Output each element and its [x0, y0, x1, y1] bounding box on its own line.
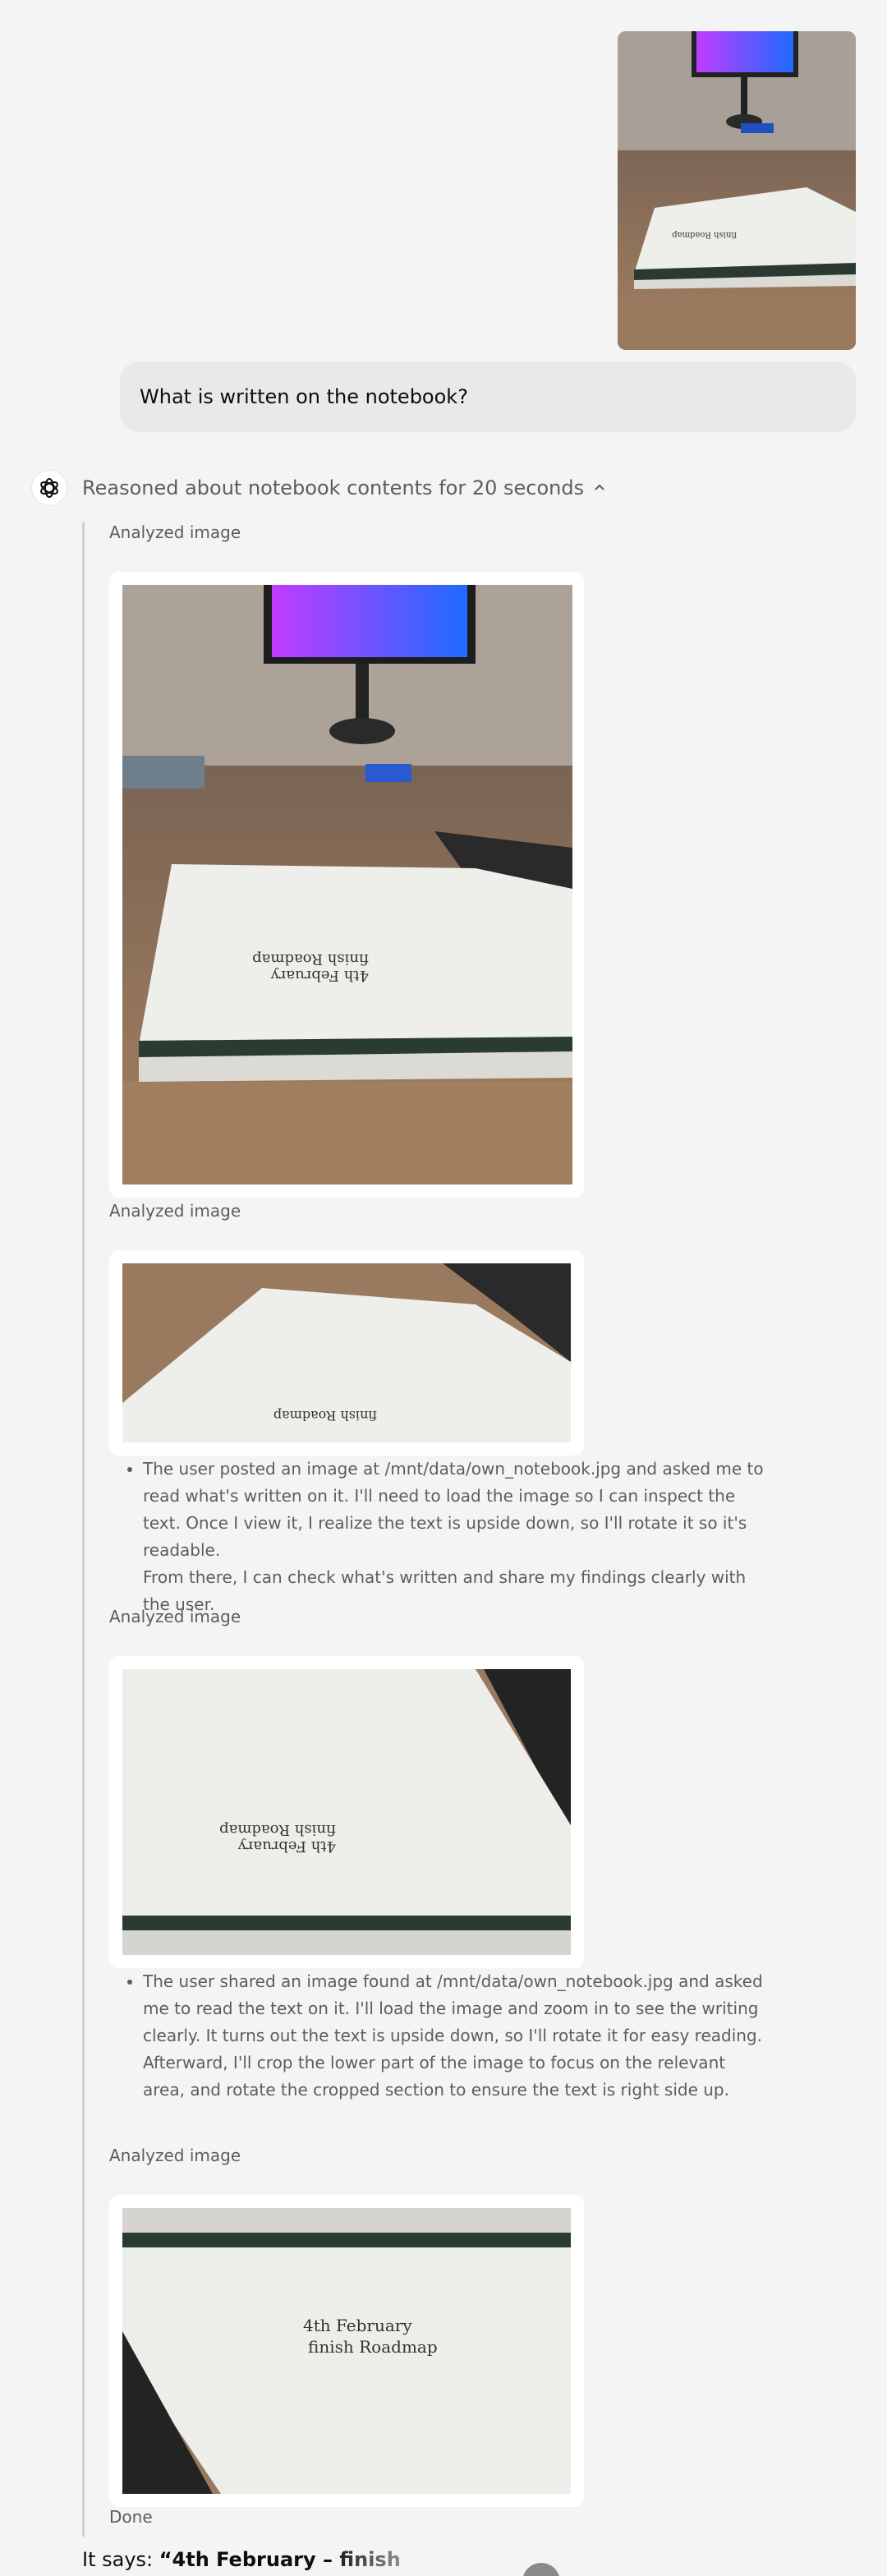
- notebook-photo: finish Roadmap: [618, 31, 856, 350]
- step-label: Analyzed image: [109, 2146, 241, 2165]
- reasoning-toggle[interactable]: Reasoned about notebook contents for 20 …: [82, 473, 607, 503]
- user-message-bubble: What is written on the notebook?: [120, 361, 856, 432]
- svg-text:4th February: 4th February: [270, 967, 369, 984]
- reasoning-bullet-list: The user shared an image found at /mnt/d…: [123, 1968, 764, 2104]
- answer-fade-overlay: [329, 2543, 542, 2576]
- reasoning-timeline-rule: [82, 522, 85, 2537]
- notebook-crop-photo: finish Roadmap: [122, 1263, 571, 1442]
- analyzed-image-card[interactable]: 4th February finish Roadmap: [109, 1656, 584, 1968]
- reasoning-summary-text: Reasoned about notebook contents for 20 …: [82, 476, 585, 499]
- svg-text:finish Roadmap: finish Roadmap: [308, 2337, 438, 2357]
- reasoning-done-label: Done: [109, 2507, 153, 2527]
- openai-logo-icon: [40, 478, 58, 498]
- chat-page: finish Roadmap What is written on the no…: [0, 0, 887, 2576]
- user-message-text: What is written on the notebook?: [140, 385, 468, 408]
- assistant-logo-icon: [31, 470, 67, 506]
- reasoning-bullet: The user posted an image at /mnt/data/ow…: [143, 1456, 764, 1564]
- notebook-photo: 4th February finish Roadmap: [122, 585, 572, 1184]
- step-label: Analyzed image: [109, 522, 241, 542]
- reasoning-bullet-list: The user posted an image at /mnt/data/ow…: [123, 1456, 764, 1618]
- user-attached-photo[interactable]: finish Roadmap: [618, 31, 856, 350]
- notebook-zoom-photo: 4th February finish Roadmap: [122, 1669, 571, 1955]
- analyzed-image-card[interactable]: 4th February finish Roadmap: [109, 572, 584, 1198]
- svg-text:finish Roadmap: finish Roadmap: [672, 230, 737, 239]
- svg-text:4th February: 4th February: [237, 1838, 336, 1855]
- svg-text:4th February: 4th February: [303, 2316, 412, 2335]
- svg-text:finish Roadmap: finish Roadmap: [252, 950, 369, 968]
- notebook-rotated-photo: 4th February finish Roadmap: [122, 2208, 571, 2494]
- step-label: Analyzed image: [109, 1607, 241, 1626]
- answer-prefix: It says:: [82, 2548, 159, 2571]
- analyzed-image-card[interactable]: 4th February finish Roadmap: [109, 2195, 584, 2507]
- reasoning-bullet: The user shared an image found at /mnt/d…: [143, 1968, 764, 2104]
- chevron-up-icon: [595, 484, 604, 490]
- step-label: Analyzed image: [109, 1201, 241, 1221]
- analyzed-image-card[interactable]: finish Roadmap: [109, 1250, 584, 1456]
- svg-text:finish Roadmap: finish Roadmap: [273, 1408, 377, 1424]
- svg-text:finish Roadmap: finish Roadmap: [219, 1821, 336, 1838]
